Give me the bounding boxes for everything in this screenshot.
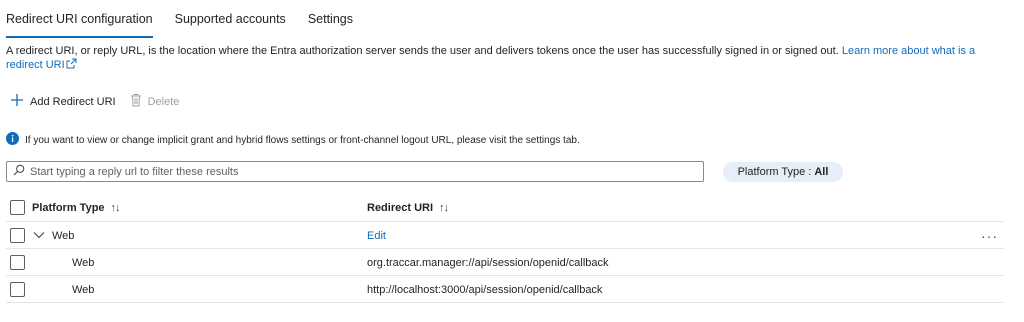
sort-icon: ↑↓: [110, 201, 121, 214]
group-platform: Web: [52, 229, 75, 242]
external-link-icon: [66, 58, 77, 73]
table-group-row: Web Edit ···: [6, 222, 1004, 249]
description-text: A redirect URI, or reply URL, is the loc…: [6, 45, 842, 57]
platform-type-filter[interactable]: Platform Type : All: [723, 162, 843, 182]
delete-label: Delete: [147, 95, 180, 108]
table-header: Platform Type ↑↓ Redirect URI ↑↓: [6, 194, 1004, 222]
redirect-uri-panel: Redirect URI configuration Supported acc…: [0, 0, 1024, 322]
tab-supported-accounts[interactable]: Supported accounts: [175, 10, 286, 34]
platform-type-filter-label: Platform Type :: [737, 166, 812, 178]
tab-settings[interactable]: Settings: [308, 10, 353, 34]
column-redirect-uri[interactable]: Redirect URI ↑↓: [367, 194, 449, 221]
chevron-down-icon[interactable]: [33, 229, 45, 244]
info-icon: [6, 132, 25, 148]
trash-icon: [130, 93, 148, 110]
redirect-uri-filter-input[interactable]: [30, 165, 690, 178]
row-platform: Web: [72, 283, 95, 296]
column-platform-type-label: Platform Type: [32, 201, 105, 214]
row-redirect-uri: http://localhost:3000/api/session/openid…: [367, 283, 603, 296]
row-checkbox[interactable]: [10, 255, 25, 270]
tab-redirect-uri-configuration[interactable]: Redirect URI configuration: [6, 10, 153, 38]
plus-icon: [10, 93, 30, 110]
column-platform-type[interactable]: Platform Type ↑↓: [32, 194, 121, 221]
table-row: Web org.traccar.manager://api/session/op…: [6, 249, 1004, 276]
search-icon: [13, 163, 30, 181]
row-platform: Web: [72, 256, 95, 269]
table-row: Web http://localhost:3000/api/session/op…: [6, 276, 1004, 303]
info-message: If you want to view or change implicit g…: [25, 134, 580, 146]
more-horizontal-icon[interactable]: ···: [981, 228, 998, 244]
redirect-uri-table: Platform Type ↑↓ Redirect URI ↑↓ Web Edi…: [6, 194, 1004, 303]
info-banner: If you want to view or change implicit g…: [6, 132, 580, 148]
filter-box: [6, 161, 704, 182]
description: A redirect URI, or reply URL, is the loc…: [6, 44, 1006, 73]
row-checkbox[interactable]: [10, 282, 25, 297]
sort-icon: ↑↓: [439, 201, 449, 214]
platform-type-filter-value: All: [814, 166, 829, 178]
select-all-checkbox[interactable]: [10, 200, 25, 215]
column-redirect-uri-label: Redirect URI: [367, 201, 434, 214]
group-checkbox[interactable]: [10, 228, 25, 243]
delete-button[interactable]: Delete: [130, 93, 180, 110]
row-redirect-uri: org.traccar.manager://api/session/openid…: [367, 256, 609, 269]
add-redirect-uri-button[interactable]: Add Redirect URI: [10, 93, 116, 110]
tab-bar: Redirect URI configuration Supported acc…: [6, 10, 375, 38]
edit-link[interactable]: Edit: [367, 222, 386, 249]
add-redirect-uri-label: Add Redirect URI: [30, 95, 116, 108]
toolbar: Add Redirect URI Delete: [10, 93, 193, 110]
